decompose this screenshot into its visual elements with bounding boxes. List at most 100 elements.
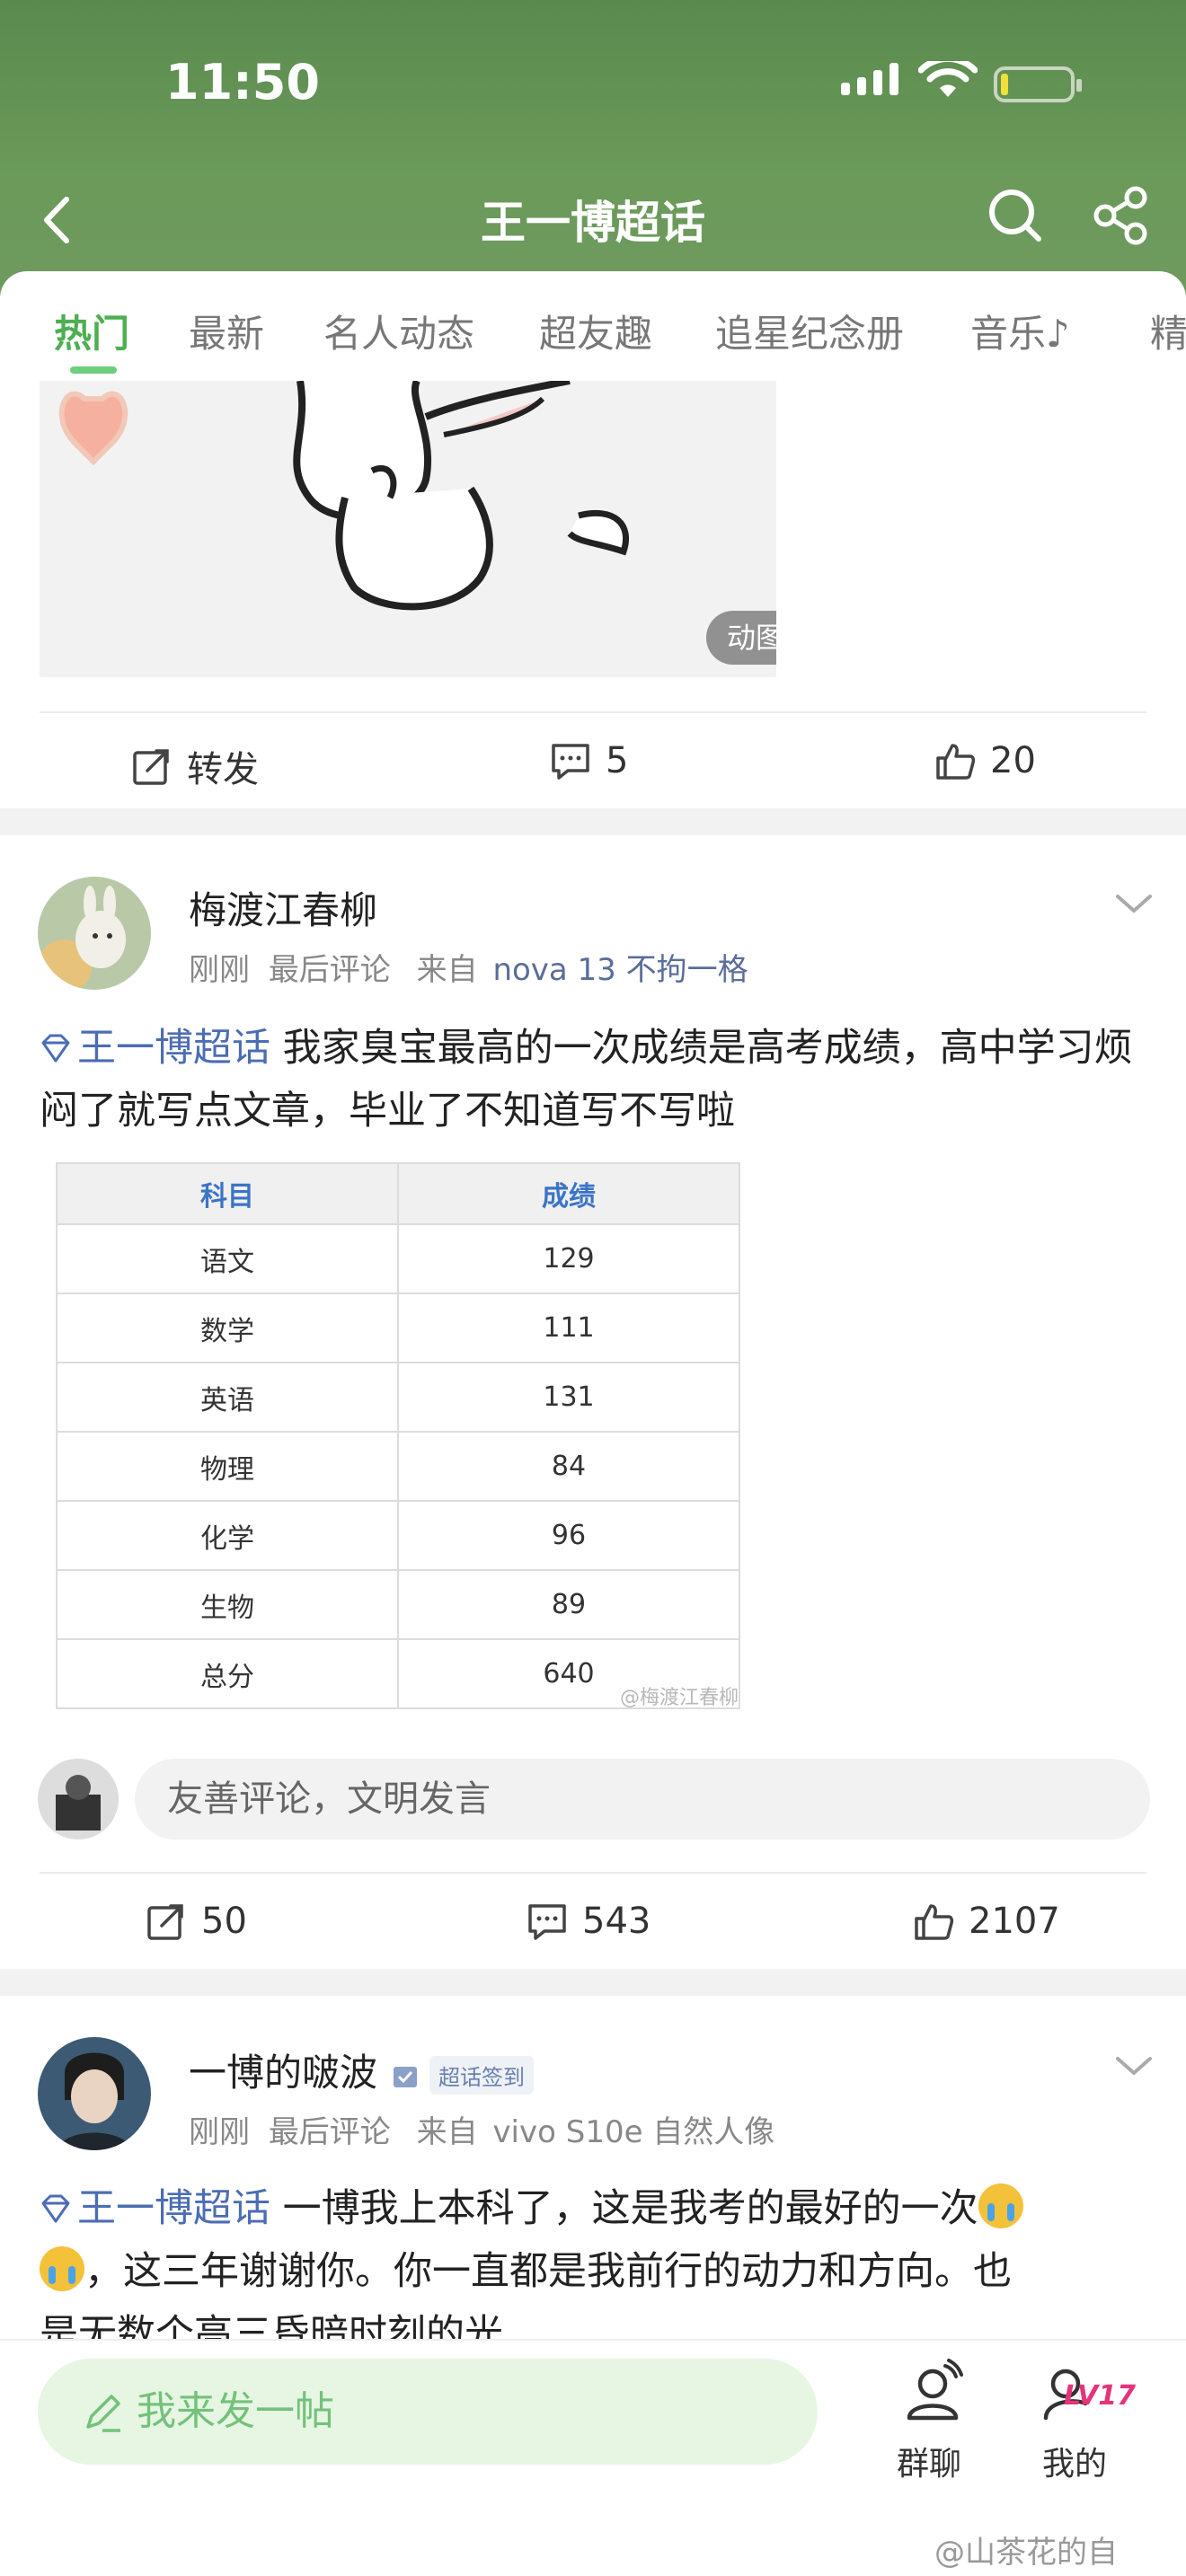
avatar[interactable] (38, 2037, 151, 2150)
group-chat-label: 群聊 (896, 2446, 961, 2483)
post-actions: 50 543 2107 (0, 1881, 1186, 1971)
device-name[interactable]: nova 13 不拘一格 (492, 952, 748, 988)
image-watermark: @梅渡江春柳 (620, 1687, 739, 1709)
score-cell: 96 (397, 1500, 740, 1571)
post-text: 王一博超话 我家臭宝最高的一次成绩是高考成绩，高中学习烦闷了就写点文章，毕业了不… (40, 1017, 1146, 1142)
last-comment-label: 最后评论 (268, 2114, 391, 2150)
comment-row: 友善评论，文明发言 (0, 1759, 1186, 1848)
topic-link[interactable]: 王一博超话 (77, 1026, 270, 1071)
post-body-cont: ，这三年谢谢你。你一直都是我前行的动力和方向。也 (84, 2249, 1012, 2294)
divider (40, 711, 1146, 713)
table-row: 语文 129 (56, 1223, 740, 1294)
repost-icon (147, 1904, 183, 1940)
table-row: 化学 96 (56, 1500, 740, 1571)
mine-button[interactable]: 我的 (1021, 2359, 1128, 2484)
diamond-topic-icon (41, 1034, 70, 1063)
tab-fan-fun[interactable]: 超友趣 (539, 304, 652, 358)
repost-button[interactable]: 50 (146, 1901, 247, 1942)
post-time: 刚刚 (189, 2114, 250, 2150)
repost-icon (133, 749, 169, 785)
crying-emoji-icon (978, 2183, 1023, 2228)
chevron-down-icon[interactable] (1112, 886, 1155, 922)
new-post-button[interactable]: 我来发一帖 (38, 2359, 818, 2465)
active-tab-indicator (70, 366, 117, 374)
battery-icon (994, 66, 1082, 102)
tab-celebrity-news[interactable]: 名人动态 (323, 304, 474, 358)
comment-count: 543 (582, 1901, 651, 1942)
search-icon[interactable] (979, 180, 1051, 251)
mine-label: 我的 (1041, 2446, 1107, 2483)
table-row: 英语 131 (56, 1362, 740, 1433)
last-comment-label: 最后评论 (268, 952, 391, 988)
comment-count: 5 (606, 740, 629, 781)
score-cell: 84 (397, 1431, 740, 1502)
diamond-topic-icon (41, 2194, 70, 2223)
tab-latest[interactable]: 最新 (189, 304, 264, 358)
tab-featured[interactable]: 精 (1150, 304, 1186, 358)
like-button[interactable]: 20 (934, 740, 1036, 781)
comment-icon (552, 744, 589, 780)
repost-count: 50 (201, 1901, 247, 1942)
chevron-down-icon[interactable] (1112, 2048, 1155, 2084)
device-name[interactable]: vivo S10e 自然人像 (492, 2114, 774, 2150)
checkin-badge: 超话签到 (429, 2056, 535, 2095)
tab-music[interactable]: 音乐♪ (970, 304, 1070, 358)
post-meta: 刚刚 最后评论 来自 vivo S10e 自然人像 (189, 2107, 774, 2151)
pencil-icon (86, 2395, 120, 2432)
post-meta: 刚刚 最后评论 来自 nova 13 不拘一格 (189, 945, 748, 989)
comment-button[interactable]: 5 (550, 740, 628, 781)
table-row: 数学 111 (56, 1292, 740, 1363)
thumbs-up-icon (915, 1904, 954, 1940)
post-separator (0, 1969, 1186, 1996)
tab-bar: 热门 最新 名人动态 超友趣 追星纪念册 音乐♪ 精 (0, 271, 1186, 381)
like-button[interactable]: 2107 (913, 1901, 1060, 1942)
like-count: 2107 (969, 1901, 1060, 1942)
score-cell: 131 (397, 1362, 740, 1433)
username[interactable]: 一博的啵波 超话签到 (189, 2042, 535, 2097)
gif-badge: 动图 (706, 611, 776, 665)
avatar[interactable] (38, 877, 151, 990)
subject-cell: 化学 (56, 1500, 399, 1571)
crying-emoji-icon (40, 2246, 84, 2291)
username-text: 一博的啵波 (189, 2051, 378, 2095)
status-bar: 11:50 (0, 0, 1186, 171)
table-row: 物理 84 (56, 1431, 740, 1502)
like-count: 20 (990, 740, 1036, 781)
table-header: 科目 (56, 1162, 399, 1225)
post-actions: 转发 5 20 (0, 720, 1186, 810)
status-time: 11:50 (165, 54, 320, 110)
from-label: 来自 (416, 952, 478, 988)
post-body-end: 是无数个高三昏暗时刻的光 (40, 2312, 503, 2339)
my-avatar (38, 1759, 119, 1839)
tab-fan-album[interactable]: 追星纪念册 (715, 304, 904, 358)
subject-cell: 数学 (56, 1292, 399, 1363)
divider (40, 1872, 1146, 1874)
share-icon[interactable] (1085, 180, 1157, 251)
subject-cell: 生物 (56, 1569, 399, 1640)
username[interactable]: 梅渡江春柳 (189, 880, 377, 935)
score-cell: 111 (397, 1292, 740, 1363)
subject-cell: 语文 (56, 1223, 399, 1294)
post-body: 一博我上本科了，这是我考的最好的一次 (270, 2186, 978, 2231)
group-chat-icon (907, 2359, 963, 2421)
post-time: 刚刚 (189, 952, 250, 988)
footer-watermark: @山茶花的自 (934, 2535, 1118, 2571)
from-label: 来自 (416, 2114, 478, 2150)
repost-button[interactable]: 转发 (131, 740, 259, 792)
post-text: 王一博超话 一博我上本科了，这是我考的最好的一次 ，这三年谢谢你。你一直都是我前行… (40, 2177, 1146, 2339)
table-row: 生物 89 (56, 1569, 740, 1640)
table-header: 成绩 (397, 1162, 740, 1225)
score-cell: 129 (397, 1223, 740, 1294)
group-chat-button[interactable]: 群聊 (875, 2359, 983, 2484)
comment-input[interactable]: 友善评论，文明发言 (135, 1759, 1150, 1839)
subject-cell: 英语 (56, 1362, 399, 1433)
score-table-image[interactable]: 科目 成绩 语文 129 数学 111 英语 131 物理 84 化学 96 生物 89 总… (56, 1162, 740, 1709)
wifi-icon (918, 61, 978, 97)
topic-link[interactable]: 王一博超话 (77, 2186, 270, 2231)
post-gif-image[interactable]: 动图 (40, 381, 776, 677)
tab-hot[interactable]: 热门 (54, 304, 129, 358)
new-post-label: 我来发一帖 (137, 2388, 334, 2434)
thumbs-up-icon (936, 744, 976, 780)
comment-button[interactable]: 543 (527, 1901, 651, 1942)
top-nav: 王一博超话 (0, 171, 1186, 278)
